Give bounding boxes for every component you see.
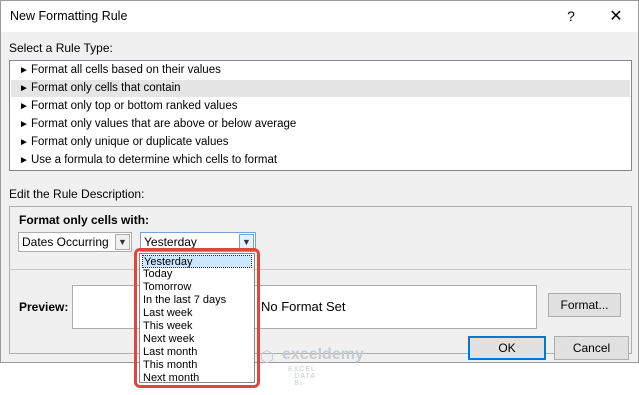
rule-item-label: Format all cells based on their values <box>31 64 221 76</box>
arrow-icon: ► <box>19 155 29 166</box>
rule-item-all-cells[interactable]: ► Format all cells based on their values <box>11 62 630 79</box>
rule-item-label: Format only cells that contain <box>31 82 181 94</box>
rule-item-label: Format only values that are above or bel… <box>31 118 297 130</box>
exceldemy-logo-icon: ⬡ <box>260 349 274 366</box>
rule-item-formula[interactable]: ► Use a formula to determine which cells … <box>11 152 630 169</box>
title-bar: New Formatting Rule ? ✕ <box>1 1 638 32</box>
rule-item-top-bottom[interactable]: ► Format only top or bottom ranked values <box>11 98 630 115</box>
preview-text: No Format Set <box>261 299 346 314</box>
arrow-icon: ► <box>19 137 29 148</box>
format-only-cells-label: Format only cells with: <box>19 213 150 227</box>
rule-description-panel <box>9 206 632 354</box>
arrow-icon: ► <box>19 83 29 94</box>
rule-item-above-below-average[interactable]: ► Format only values that are above or be… <box>11 116 630 133</box>
rule-item-cells-that-contain[interactable]: ► Format only cells that contain <box>11 80 630 97</box>
ok-button[interactable]: OK <box>468 336 546 360</box>
rule-type-list[interactable]: ► Format all cells based on their values … <box>9 60 632 171</box>
divider <box>9 269 632 270</box>
arrow-icon: ► <box>19 101 29 112</box>
rule-item-label: Format only unique or duplicate values <box>31 136 229 148</box>
close-button[interactable]: ✕ <box>594 1 638 32</box>
preview-label: Preview: <box>19 300 69 314</box>
rule-item-label: Use a formula to determine which cells t… <box>31 154 278 166</box>
rule-item-label: Format only top or bottom ranked values <box>31 100 238 112</box>
format-button[interactable]: Format... <box>548 293 621 317</box>
rule-item-unique-duplicate[interactable]: ► Format only unique or duplicate values <box>11 134 630 151</box>
arrow-icon: ► <box>19 65 29 76</box>
highlight-outline <box>134 248 260 388</box>
condition-select-value: Dates Occurring <box>22 235 109 249</box>
dialog-title: New Formatting Rule <box>10 9 128 23</box>
arrow-icon: ► <box>19 119 29 130</box>
help-button[interactable]: ? <box>554 1 588 32</box>
edit-description-label: Edit the Rule Description: <box>9 187 145 201</box>
new-formatting-rule-dialog: New Formatting Rule ? ✕ Select a Rule Ty… <box>0 0 639 363</box>
cancel-button[interactable]: Cancel <box>554 336 629 360</box>
rule-type-label: Select a Rule Type: <box>9 41 113 55</box>
period-select-value: Yesterday <box>144 235 197 249</box>
chevron-down-icon[interactable]: ▼ <box>115 234 130 250</box>
condition-select[interactable]: Dates Occurring ▼ <box>18 232 132 252</box>
watermark-tagline: EXCEL · DATA · BI <box>288 366 316 387</box>
watermark-name: exceldemy <box>282 346 364 363</box>
